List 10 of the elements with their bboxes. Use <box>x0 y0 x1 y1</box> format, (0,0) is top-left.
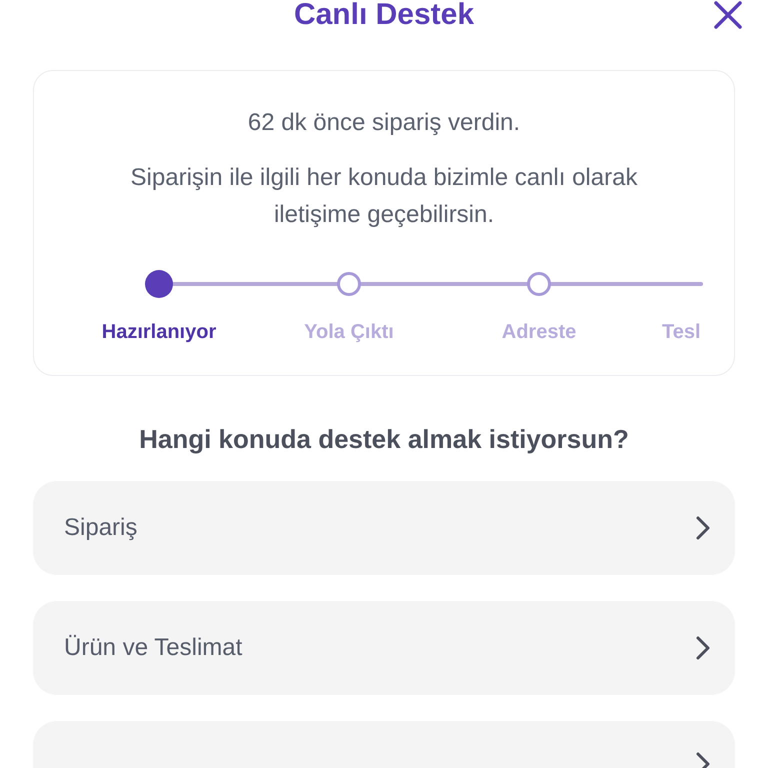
page-title: Canlı Destek <box>294 0 474 30</box>
topic-button[interactable]: Ürün ve Teslimat <box>33 601 735 695</box>
step-label: Adreste <box>500 321 578 344</box>
order-time-text: 62 dk önce sipariş verdin. <box>248 109 520 137</box>
topic-button[interactable]: Sipariş <box>33 481 735 575</box>
step-label: Yola Çıktı <box>303 321 395 344</box>
step-label: Tesl <box>661 321 702 344</box>
step-label: Hazırlanıyor <box>100 321 218 344</box>
topics-heading: Hangi konuda destek almak istiyorsun? <box>138 424 630 455</box>
support-description: Siparişin ile ilgili her konuda bizimle canlı olarak iletişime geçebilirsin. <box>130 163 638 230</box>
